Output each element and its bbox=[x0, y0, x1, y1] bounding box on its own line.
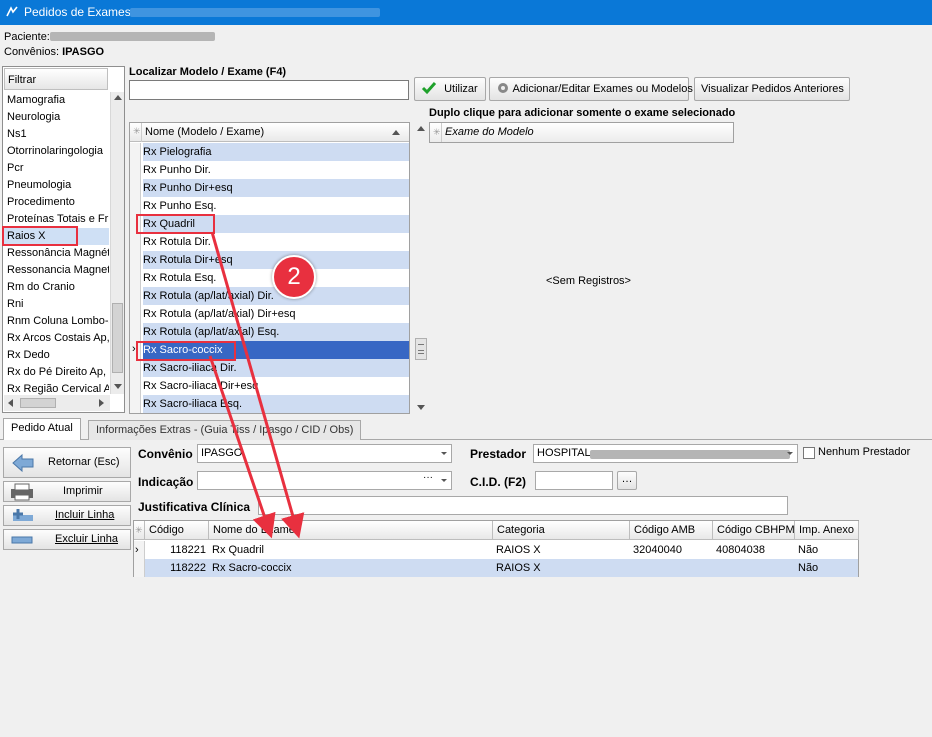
annotation-arrows bbox=[208, 231, 305, 539]
arrow-sacro bbox=[208, 355, 276, 539]
